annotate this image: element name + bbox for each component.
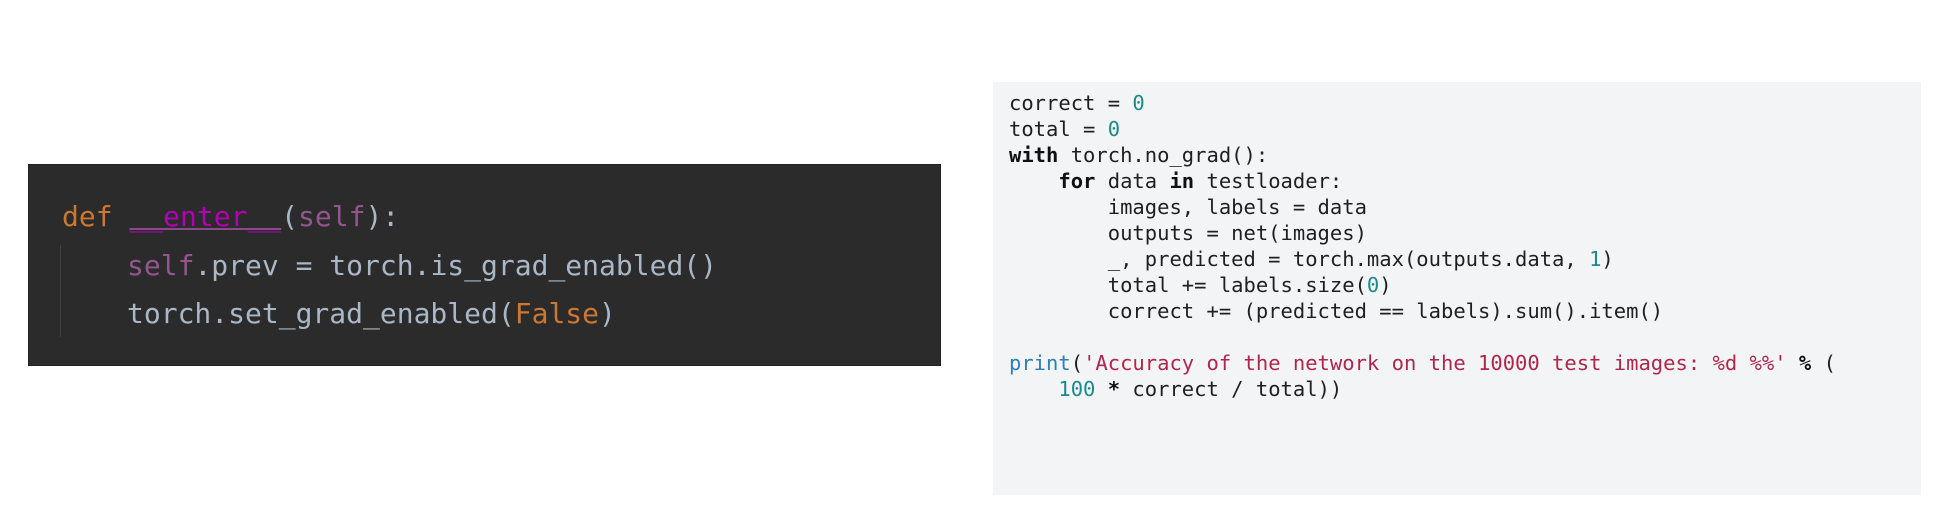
number-literal: 1 [1589, 247, 1602, 271]
statement-text: .prev = torch.is_grad_enabled() [194, 249, 718, 282]
code-text: ) [1379, 273, 1392, 297]
code-line-1: def __enter__(self): [62, 200, 399, 234]
code-text: testloader: [1194, 169, 1343, 193]
function-name: __enter__ [129, 200, 282, 233]
paren-open: ( [281, 200, 299, 233]
operator-multiply: * [1107, 377, 1121, 401]
code-line: correct = 0 [1009, 90, 1145, 116]
number-literal: 0 [1366, 273, 1380, 297]
keyword-def: def [62, 200, 113, 233]
code-line: _, predicted = torch.max(outputs.data, 1… [1009, 246, 1614, 272]
code-line: print('Accuracy of the network on the 10… [1009, 350, 1836, 376]
code-line: 100 * correct / total)) [1009, 376, 1342, 402]
number-literal: 100 [1058, 377, 1096, 401]
code-line: total = 0 [1009, 116, 1120, 142]
call-text: torch.set_grad_enabled( [127, 297, 515, 330]
keyword-for: for [1058, 169, 1096, 193]
self-ref: self [127, 249, 195, 282]
code-text: total = [1009, 117, 1108, 141]
code-snippet-light: correct = 0 total = 0 with torch.no_grad… [993, 82, 1921, 495]
paren-close: ) [599, 297, 616, 330]
code-text: correct / total)) [1120, 377, 1343, 401]
code-text: ( [1811, 351, 1836, 375]
code-snippet-dark: def __enter__(self): self.prev = torch.i… [28, 164, 941, 366]
code-text: correct = [1009, 91, 1133, 115]
keyword-in: in [1169, 169, 1195, 193]
code-line: with torch.no_grad(): [1009, 142, 1268, 168]
paren-close: ): [365, 200, 400, 233]
builtin-print: print [1009, 351, 1071, 375]
number-literal: 0 [1132, 91, 1145, 115]
code-line: total += labels.size(0) [1009, 272, 1392, 298]
code-text: data [1095, 169, 1170, 193]
code-text: _, predicted = torch.max(outputs.data, [1009, 247, 1590, 271]
code-text: total += labels.size( [1009, 273, 1367, 297]
param-self: self [298, 200, 366, 233]
indent-guide [60, 245, 61, 337]
code-text: ) [1601, 247, 1614, 271]
keyword-with: with [1009, 143, 1059, 167]
keyword-false: False [514, 297, 600, 330]
code-line-2: self.prev = torch.is_grad_enabled() [127, 249, 717, 283]
code-line: images, labels = data [1009, 195, 1367, 219]
paren-open: ( [1070, 351, 1084, 375]
string-literal: 'Accuracy of the network on the 10000 te… [1083, 351, 1787, 375]
code-line-3: torch.set_grad_enabled(False) [127, 297, 616, 331]
code-text: torch.no_grad(): [1058, 143, 1269, 167]
code-line: for data in testloader: [1009, 168, 1342, 194]
number-literal: 0 [1107, 117, 1121, 141]
operator-percent: % [1798, 351, 1812, 375]
code-line: outputs = net(images) [1009, 221, 1367, 245]
code-line: correct += (predicted == labels).sum().i… [1009, 299, 1664, 323]
